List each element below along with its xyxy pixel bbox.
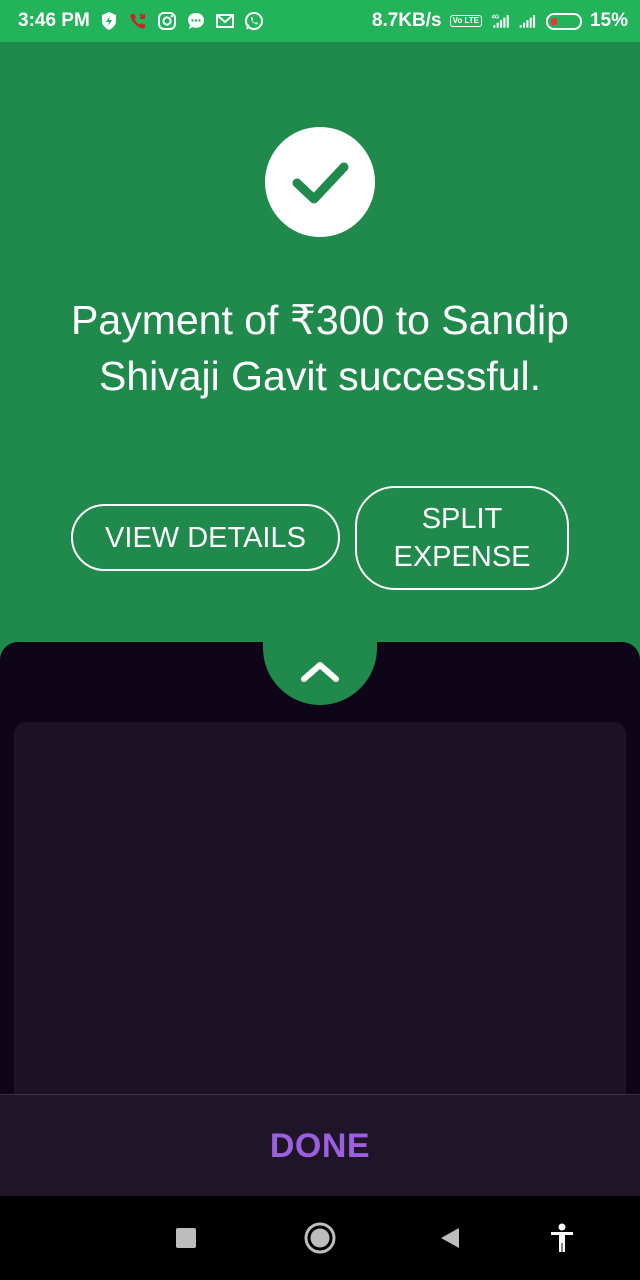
back-button[interactable] — [430, 1218, 470, 1258]
gmail-icon — [215, 11, 235, 31]
success-check-icon — [265, 127, 375, 237]
recents-button[interactable] — [166, 1218, 206, 1258]
battery-icon — [545, 12, 582, 30]
shield-bolt-icon — [99, 11, 119, 31]
chat-bubble-icon — [186, 11, 206, 31]
home-button[interactable] — [298, 1216, 342, 1260]
volte-badge: Vo LTE — [449, 15, 482, 27]
missed-call-icon — [128, 11, 148, 31]
svg-text:4G: 4G — [492, 15, 500, 21]
done-button[interactable]: DONE — [264, 1126, 376, 1167]
battery-percent: 15% — [589, 10, 628, 31]
chevron-up-icon — [301, 661, 339, 682]
accessibility-icon — [551, 1223, 573, 1252]
payment-success-panel: Payment of ₹300 to Sandip Shivaji Gavit … — [0, 42, 640, 662]
whatsapp-icon — [244, 11, 264, 31]
accessibility-button[interactable] — [540, 1216, 584, 1260]
payment-success-message: Payment of ₹300 to Sandip Shivaji Gavit … — [71, 297, 569, 399]
status-time: 3:46 PM — [18, 10, 90, 31]
instagram-icon — [157, 11, 177, 31]
split-expense-button[interactable]: SPLIT EXPENSE — [355, 486, 569, 590]
home-circle-icon — [304, 1222, 336, 1254]
done-bar: DONE — [0, 1094, 640, 1197]
square-icon — [176, 1228, 196, 1248]
system-nav-bar — [0, 1196, 640, 1280]
signal-4g-icon: 4G — [490, 11, 510, 31]
view-details-button[interactable]: VIEW DETAILS — [71, 504, 340, 571]
status-bar: 3:46 PM 8.7KB/s Vo LTE 4G 15% — [0, 0, 640, 42]
signal-icon — [518, 11, 538, 31]
network-speed: 8.7KB/s — [371, 10, 442, 31]
back-triangle-icon — [441, 1228, 459, 1248]
content-card — [14, 722, 626, 1102]
